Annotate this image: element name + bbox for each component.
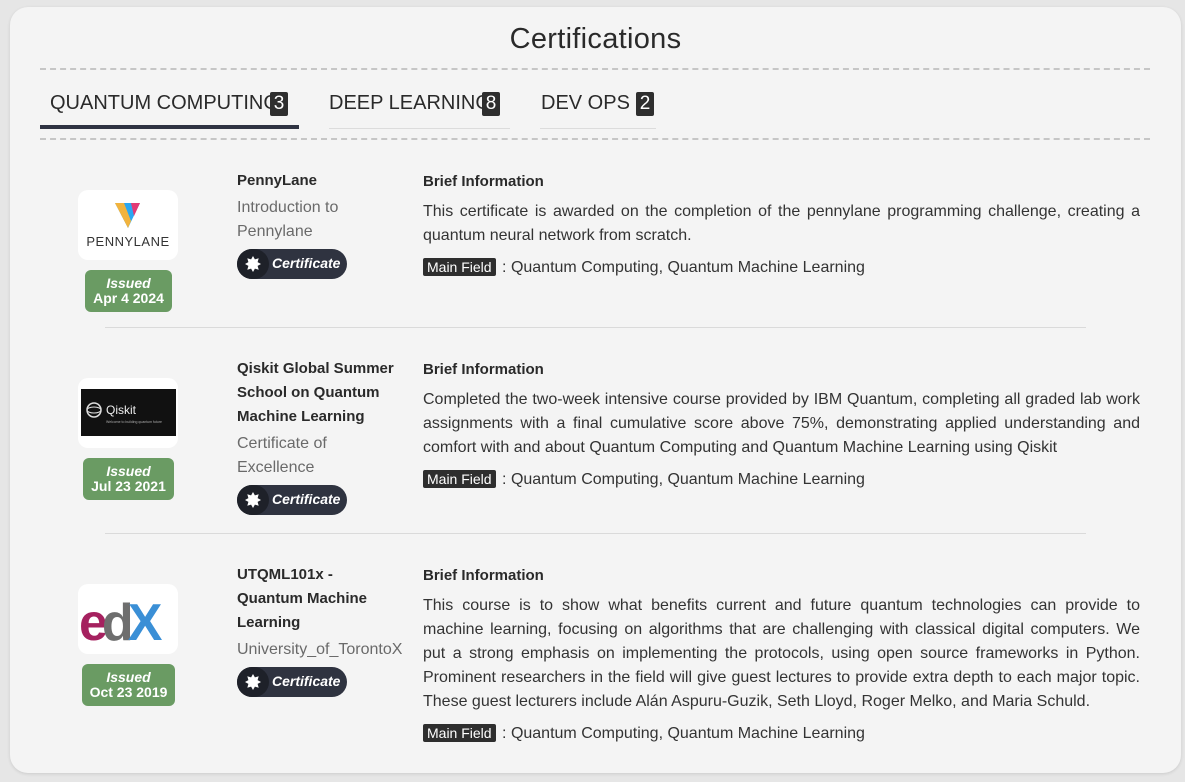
item-separator bbox=[105, 327, 1086, 328]
main-field: Main Field : Quantum Computing, Quantum … bbox=[423, 724, 865, 743]
brief-text: This certificate is awarded on the compl… bbox=[423, 203, 1140, 244]
certificate-button-label: Certificate bbox=[272, 491, 341, 507]
tab-count-badge: 3 bbox=[270, 92, 288, 116]
certificate-button-label: Certificate bbox=[272, 255, 341, 271]
certificate-name: PennyLane bbox=[237, 172, 318, 189]
edx-logo: edX bbox=[78, 584, 178, 654]
certificate-button-label: Certificate bbox=[272, 673, 341, 689]
tab-label: DEEP LEARNING bbox=[329, 92, 491, 114]
certificate-button[interactable]: Certificate bbox=[237, 249, 347, 279]
brief-heading: Brief Information bbox=[423, 361, 544, 378]
issued-date: Apr 4 2024 bbox=[93, 290, 164, 306]
main-field-value: : Quantum Computing, Quantum Machine Lea… bbox=[502, 259, 865, 276]
certificate-issuer: Certificate of Excellence bbox=[237, 435, 327, 476]
issued-date: Jul 23 2021 bbox=[91, 478, 166, 494]
main-field-badge: Main Field bbox=[423, 258, 496, 276]
issued-badge: Issued Oct 23 2019 bbox=[82, 664, 175, 706]
issued-label: Issued bbox=[106, 463, 151, 479]
issued-badge: Issued Apr 4 2024 bbox=[85, 270, 172, 312]
main-field-badge: Main Field bbox=[423, 470, 496, 488]
divider bbox=[40, 68, 1150, 70]
pennylane-logo-text: PENNYLANE bbox=[86, 234, 169, 249]
page-title: Certifications bbox=[509, 23, 682, 55]
certifications-card: Certifications QUANTUM COMPUTING 3 DEEP … bbox=[10, 7, 1181, 773]
brief-text: This course is to show what benefits cur… bbox=[423, 597, 1140, 710]
brief-heading: Brief Information bbox=[423, 173, 544, 190]
edx-logo-text: edX bbox=[79, 594, 163, 652]
qiskit-logo: Qiskit Welcome to building quantum futur… bbox=[78, 378, 178, 448]
tab-dev-ops[interactable]: DEV OPS 2 bbox=[540, 89, 656, 129]
main-field-value: : Quantum Computing, Quantum Machine Lea… bbox=[502, 725, 865, 742]
certificate-button[interactable]: Certificate bbox=[237, 667, 347, 697]
item-separator bbox=[105, 533, 1086, 534]
tab-deep-learning[interactable]: DEEP LEARNING 8 bbox=[329, 89, 510, 129]
tab-label: QUANTUM COMPUTING bbox=[50, 92, 279, 114]
tab-count-badge: 8 bbox=[482, 92, 500, 116]
badge-icon bbox=[237, 249, 269, 279]
issued-date: Oct 23 2019 bbox=[89, 684, 168, 700]
badge-icon bbox=[237, 667, 269, 697]
tab-quantum-computing[interactable]: QUANTUM COMPUTING 3 bbox=[40, 89, 299, 129]
issued-badge: Issued Jul 23 2021 bbox=[83, 458, 174, 500]
issued-label: Issued bbox=[106, 275, 151, 291]
main-field: Main Field : Quantum Computing, Quantum … bbox=[423, 258, 865, 277]
main-field: Main Field : Quantum Computing, Quantum … bbox=[423, 470, 865, 489]
qiskit-logo-text: Qiskit bbox=[106, 403, 137, 417]
pennylane-logo: PENNYLANE bbox=[78, 190, 178, 260]
certificate-issuer: Introduction to Pennylane bbox=[237, 199, 339, 240]
tab-label: DEV OPS bbox=[541, 92, 630, 114]
tab-count-badge: 2 bbox=[636, 92, 654, 116]
certificate-issuer: University_of_TorontoX bbox=[237, 641, 403, 658]
issued-label: Issued bbox=[106, 669, 151, 685]
certificate-name: UTQML101x - Quantum Machine Learning bbox=[237, 566, 368, 631]
qiskit-logo-tagline: Welcome to building quantum future bbox=[106, 420, 162, 424]
brief-heading: Brief Information bbox=[423, 567, 544, 584]
brief-text: Completed the two-week intensive course … bbox=[423, 391, 1140, 456]
certificate-button[interactable]: Certificate bbox=[237, 485, 347, 515]
main-field-badge: Main Field bbox=[423, 724, 496, 742]
divider bbox=[40, 138, 1150, 140]
certificate-name: Qiskit Global Summer School on Quantum M… bbox=[237, 360, 394, 425]
main-field-value: : Quantum Computing, Quantum Machine Lea… bbox=[502, 471, 865, 488]
badge-icon bbox=[237, 485, 269, 515]
